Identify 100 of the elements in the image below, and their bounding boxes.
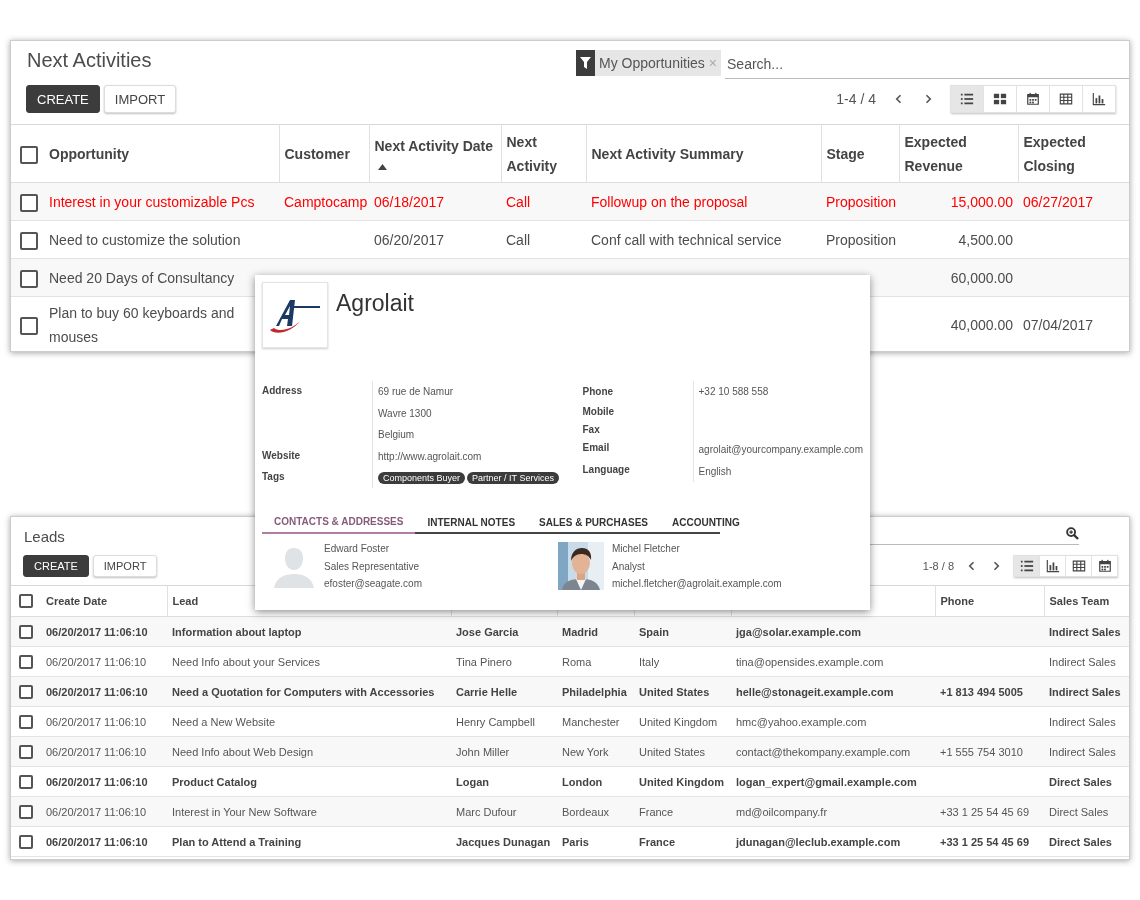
field-label: Language (582, 462, 631, 477)
table-cell: Direct Sales (1049, 805, 1109, 818)
field-value: agrolait@yourcompany.example.com (698, 443, 863, 457)
checkbox[interactable] (20, 269, 38, 288)
table-cell: Camptocamp (284, 193, 368, 210)
checkbox[interactable] (19, 834, 33, 849)
create-button[interactable]: CREATE (26, 85, 100, 113)
create-button[interactable]: CREATE (23, 555, 89, 577)
graph-view-button[interactable] (1039, 555, 1066, 577)
tag: Components Buyer (378, 472, 466, 484)
table-cell: 06/20/2017 11:06:10 (46, 715, 147, 728)
list-icon (960, 92, 974, 106)
checkbox[interactable] (19, 714, 33, 729)
table-cell: 06/27/2017 (1023, 193, 1094, 210)
table-cell: Manchester (562, 715, 620, 728)
column-header[interactable]: Expected Revenue (904, 129, 1013, 178)
checkbox[interactable] (20, 316, 38, 335)
table-cell: md@oilcompany.fr (736, 805, 828, 818)
calendar-icon (1097, 559, 1112, 573)
table-cell: Indirect Sales (1049, 715, 1116, 728)
pager-counter: 1-8 / 8 (922, 560, 954, 572)
column-header[interactable]: Stage (826, 141, 894, 166)
tag: Partner / IT Services (467, 472, 559, 484)
table-cell: +33 1 25 54 45 69 (940, 835, 1029, 848)
table-cell: 06/20/2017 (374, 231, 445, 248)
filter-icon (580, 57, 591, 69)
field-value: English (698, 464, 733, 479)
checkbox[interactable] (19, 624, 33, 639)
field-label: Website (262, 448, 302, 463)
checkbox[interactable] (19, 774, 33, 789)
import-button[interactable]: IMPORT (103, 85, 177, 113)
table-cell: London (562, 775, 603, 788)
column-header[interactable]: Phone (940, 595, 975, 607)
column-header[interactable]: Next Activity Summary (591, 141, 816, 166)
column-header[interactable]: Lead (172, 595, 199, 607)
field-label: Fax (582, 423, 601, 437)
contact-function: Sales Representative (324, 559, 421, 574)
table-cell: +1 813 494 5005 (940, 685, 1023, 698)
column-header[interactable]: Sales Team (1049, 595, 1110, 607)
search-icon (1066, 526, 1079, 540)
table-cell: +33 1 25 54 45 69 (940, 805, 1029, 818)
table-cell: 60,000.00 (950, 269, 1013, 286)
checkbox[interactable] (19, 744, 33, 759)
table-cell: Proposition (826, 193, 897, 210)
kanban-view-button[interactable] (983, 85, 1017, 113)
checkbox[interactable] (20, 145, 38, 164)
column-header[interactable]: Customer (284, 141, 364, 166)
tab[interactable]: INTERNAL NOTES (415, 510, 528, 534)
pivot-view-button[interactable] (1065, 555, 1092, 577)
table-cell: Logan (456, 775, 489, 788)
list-view-button[interactable] (1013, 555, 1040, 577)
table-cell: 40,000.00 (950, 316, 1013, 333)
column-header[interactable]: Next Activity (506, 129, 581, 178)
bar-chart-icon (1092, 92, 1106, 106)
table-cell: United States (639, 745, 706, 758)
field-value: +32 10 588 558 (698, 385, 770, 399)
page-title: Next Activities (27, 49, 152, 72)
table-cell: Information about laptop (172, 625, 302, 638)
calendar-view-button[interactable] (1091, 555, 1118, 577)
column-header[interactable]: Next Activity Date (374, 133, 496, 158)
table-cell: tina@opensides.example.com (736, 655, 884, 668)
table-cell: Jose Garcia (456, 625, 519, 638)
table-cell: 06/20/2017 11:06:10 (46, 625, 148, 638)
checkbox[interactable] (19, 654, 33, 669)
column-header[interactable]: Expected Closing (1023, 129, 1126, 178)
table-grid-icon (1071, 559, 1086, 573)
checkbox[interactable] (19, 684, 33, 699)
table-grid-icon (1059, 92, 1073, 106)
column-header[interactable]: Create Date (46, 595, 108, 607)
table-cell: 06/20/2017 11:06:10 (46, 685, 148, 698)
checkbox[interactable] (20, 231, 38, 250)
search-field[interactable]: Search... (725, 50, 1129, 79)
graph-view-button[interactable] (1082, 85, 1116, 113)
list-view-button[interactable] (950, 85, 984, 113)
tab[interactable]: SALES & PURCHASES (527, 510, 660, 534)
contact-email: efoster@seagate.com (324, 577, 422, 591)
table-cell: Madrid (562, 625, 599, 638)
contact-name: Michel Fletcher (612, 542, 681, 556)
table-cell: hmc@yahoo.example.com (736, 715, 867, 728)
table-cell: jdunagan@leclub.example.com (736, 835, 901, 848)
table-cell: Call (506, 193, 531, 210)
checkbox[interactable] (19, 804, 33, 819)
table-cell: Need Info about your Services (172, 655, 320, 668)
calendar-view-button[interactable] (1016, 85, 1050, 113)
pivot-view-button[interactable] (1049, 85, 1083, 113)
table-cell: Need to customize the solution (49, 231, 241, 248)
table-cell: Indirect Sales (1049, 655, 1116, 668)
checkbox[interactable] (19, 594, 33, 609)
column-header[interactable]: Opportunity (49, 141, 274, 166)
contact-function: Analyst (612, 559, 646, 574)
filter-facet[interactable]: My Opportunities × (595, 50, 721, 76)
table-cell: logan_expert@gmail.example.com (736, 775, 917, 788)
tab[interactable]: ACCOUNTING (659, 510, 752, 534)
table-cell: Need a Quotation for Computers with Accessories (172, 685, 435, 698)
import-button[interactable]: IMPORT (92, 555, 158, 577)
table-cell: Indirect Sales (1049, 745, 1116, 758)
calendar-icon (1026, 92, 1040, 106)
checkbox[interactable] (20, 193, 38, 212)
table-cell: Need a New Website (172, 715, 276, 728)
tab[interactable]: CONTACTS & ADDRESSES (262, 510, 416, 534)
